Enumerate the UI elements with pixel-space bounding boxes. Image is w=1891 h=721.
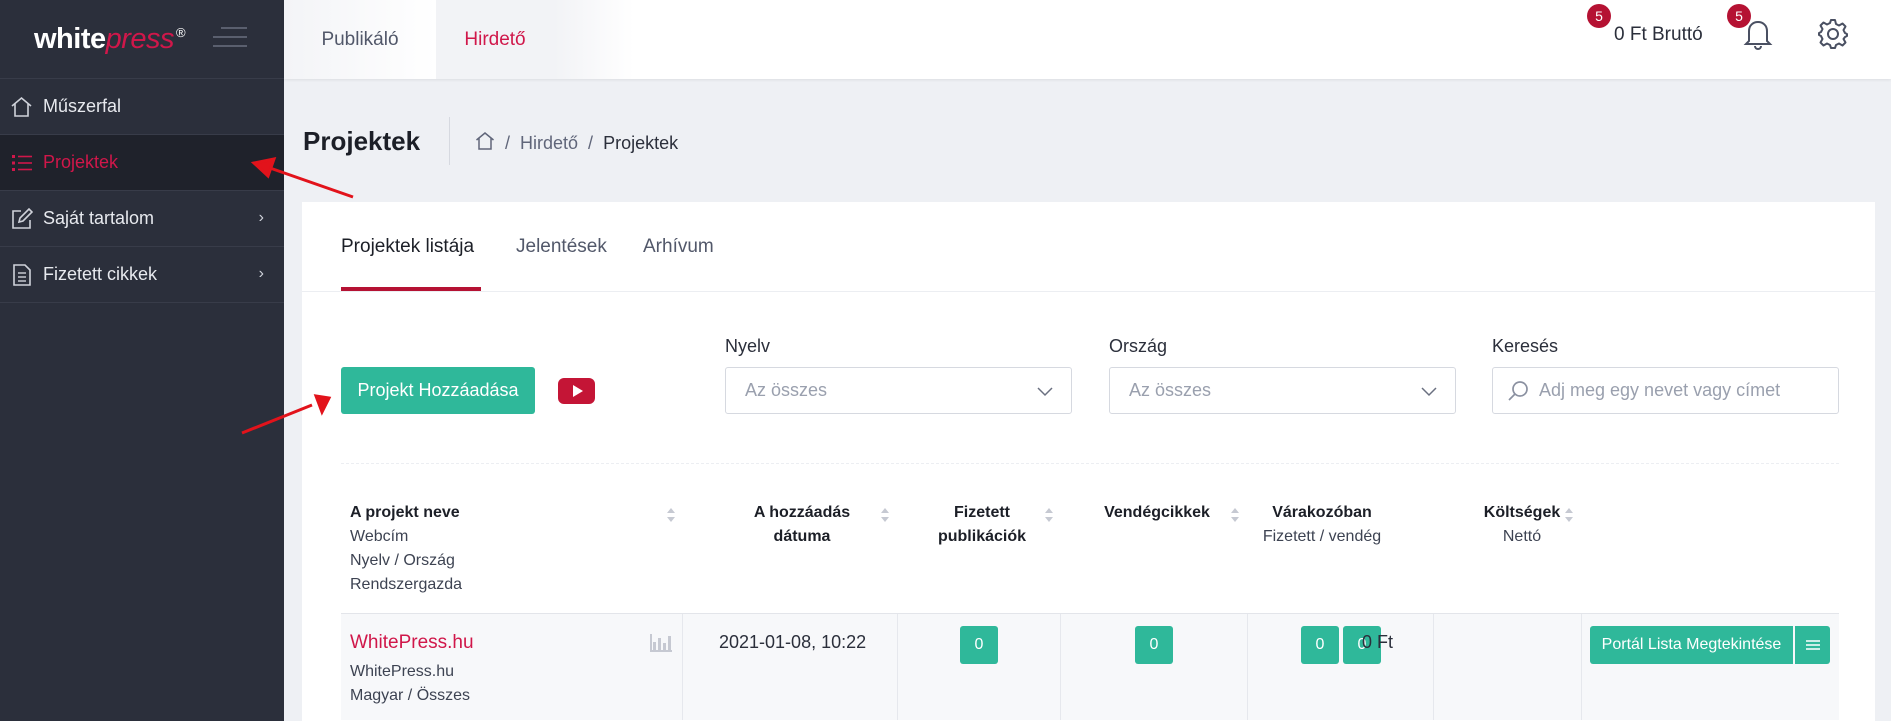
project-lang-country: Magyar / Összes [350,687,471,704]
breadcrumb: / Hirdető / Projektek [475,131,678,155]
search-icon [1508,380,1528,401]
chevron-down-icon [1421,387,1437,397]
cell-divider [1247,614,1248,720]
title-divider [449,117,450,165]
tab-fade [554,0,634,79]
balance-badge: 5 [1587,4,1611,28]
cell-divider [1433,614,1434,720]
edit-icon [10,207,33,230]
home-icon [10,95,33,118]
search-filter-label: Keresés [1492,336,1559,356]
sort-icon[interactable] [1044,507,1054,523]
tab-publisher[interactable]: Publikáló [284,0,436,79]
bell-icon[interactable] [1743,18,1773,51]
tab-project-list[interactable]: Projektek listája [341,236,474,258]
breadcrumb-advertiser[interactable]: Hirdető [520,133,578,154]
paid-publications-count[interactable]: 0 [960,626,998,664]
project-date: 2021-01-08, 10:22 [719,632,867,652]
content-tabs: Projektek listája Jelentések Arhívum [302,202,1875,292]
tab-advertiser[interactable]: Hirdető [436,0,554,79]
country-select[interactable]: Az összes [1109,367,1456,414]
active-tab-indicator [341,287,481,291]
hamburger-menu-icon[interactable] [213,27,247,47]
language-select[interactable]: Az összes [725,367,1072,414]
page-title: Projektek [303,126,421,156]
gear-icon[interactable] [1817,18,1849,50]
sidebar-item-dashboard[interactable]: Műszerfal [0,79,284,135]
column-header-guest-articles[interactable]: Vendégcikkek [1092,501,1222,525]
project-url: WhitePress.hu [350,663,455,680]
chevron-down-icon [1037,387,1053,397]
project-cost: 0 Ft [1361,632,1393,652]
bar-chart-icon[interactable] [650,634,672,652]
balance-display[interactable]: 0 Ft Bruttó [1614,24,1703,46]
sort-icon[interactable] [880,507,890,523]
tab-reports[interactable]: Jelentések [516,236,607,258]
tab-archive[interactable]: Arhívum [643,236,714,258]
column-header-pending[interactable]: Várakozóban Fizetett / vendég [1257,501,1387,549]
sort-icon[interactable] [666,507,676,523]
sidebar-item-label: Műszerfal [43,96,122,116]
row-menu-icon[interactable] [1795,626,1830,664]
chevron-right-icon: › [258,265,264,282]
breadcrumb-current: Projektek [603,132,679,153]
youtube-icon[interactable] [558,378,595,404]
sidebar-item-own-content[interactable]: Saját tartalom › [0,191,284,247]
cell-divider [1581,614,1582,720]
sidebar: whitepress ® Műszerfal Projektek Saját ta… [0,0,284,721]
guest-articles-count[interactable]: 0 [1135,626,1173,664]
search-input[interactable] [1539,380,1819,401]
document-icon [10,263,33,286]
view-portal-list-button[interactable]: Portál Lista Megtekintése [1590,626,1793,664]
sidebar-item-label: Saját tartalom [43,208,155,228]
divider [341,463,1839,464]
topbar: Publikáló Hirdető 5 0 Ft Bruttó 5 [284,0,1891,79]
projects-card: Projektek listája Jelentések Arhívum Pro… [302,202,1875,721]
sort-icon[interactable] [1564,507,1574,523]
column-header-date[interactable]: A hozzáadás dátuma [732,501,872,549]
column-header-paid-publications[interactable]: Fizetett publikációk [922,501,1042,549]
project-meta: WhitePress.hu Magyar / Összes [350,660,470,708]
list-icon [10,151,33,174]
sidebar-item-projects[interactable]: Projektek [0,135,284,191]
language-select-value: Az összes [745,380,828,400]
add-project-button[interactable]: Projekt Hozzáadása [341,367,535,414]
sidebar-item-label: Projektek [43,152,119,172]
project-name-link[interactable]: WhitePress.hu [350,632,474,654]
chevron-right-icon: › [258,209,264,226]
cell-divider [1060,614,1061,720]
search-box [1492,367,1839,414]
column-header-costs[interactable]: Költségek Nettó [1472,501,1572,549]
logo-bar: whitepress ® [0,0,284,79]
column-header-project-name[interactable]: A projekt neve Webcím Nyelv / Ország Ren… [350,501,462,597]
sort-icon[interactable] [1230,507,1240,523]
sidebar-item-paid-articles[interactable]: Fizetett cikkek › [0,247,284,303]
country-filter-label: Ország [1109,336,1168,356]
breadcrumb-separator: / [505,132,511,153]
logo[interactable]: whitepress ® [34,23,186,56]
cell-divider [682,614,683,720]
sidebar-item-label: Fizetett cikkek [43,264,158,284]
language-filter-label: Nyelv [725,336,771,356]
cell-divider [897,614,898,720]
home-icon[interactable] [475,131,495,155]
breadcrumb-separator: / [588,132,594,153]
country-select-value: Az összes [1129,380,1212,400]
